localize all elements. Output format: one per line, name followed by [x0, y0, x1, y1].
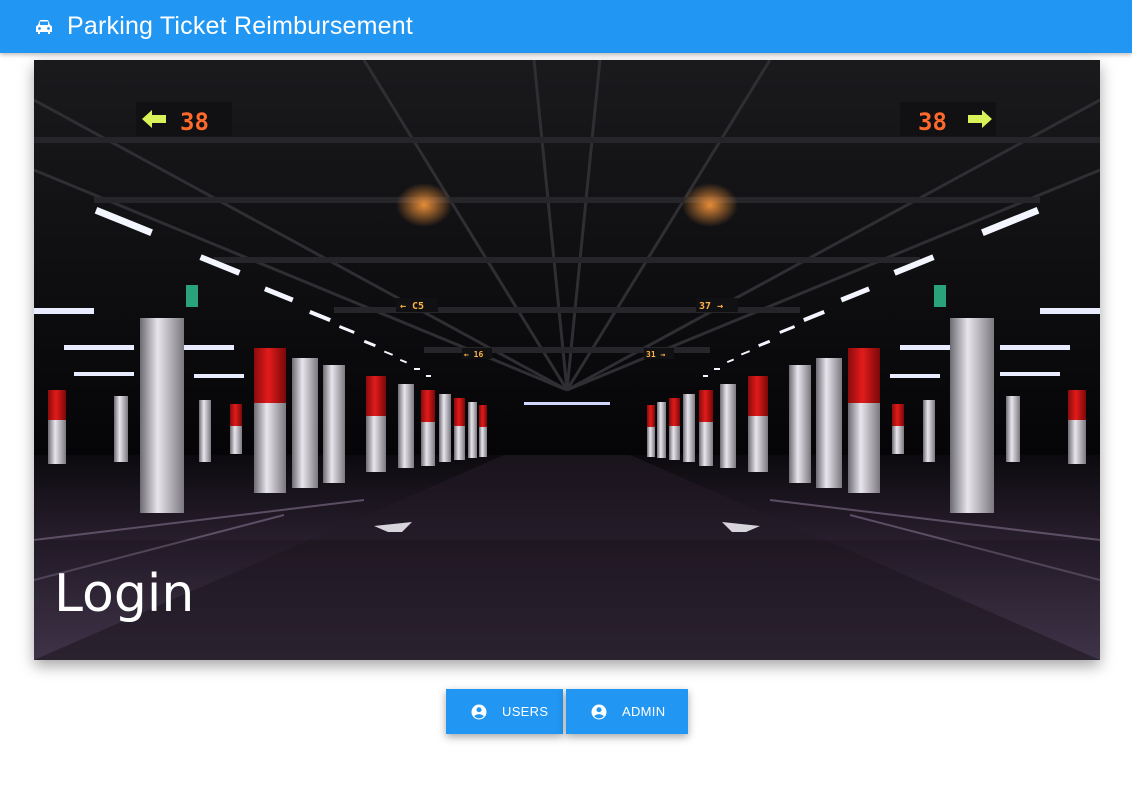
parking-sign-left: 38: [136, 102, 232, 136]
users-button[interactable]: USERS: [446, 689, 563, 734]
admin-button[interactable]: ADMIN: [566, 689, 688, 734]
app-bar: Parking Ticket Reimbursement: [0, 0, 1132, 53]
svg-text:37 →: 37 →: [699, 301, 723, 312]
app-title: Parking Ticket Reimbursement: [67, 12, 414, 40]
svg-text:← C5: ← C5: [400, 301, 424, 312]
login-buttons: USERS ADMIN: [446, 689, 688, 734]
svg-text:← 16: ← 16: [464, 350, 483, 359]
hero-card: 38 38 ← C5 37 → ← 16 31 → Login: [34, 60, 1100, 660]
login-heading: Login: [54, 564, 195, 624]
parking-sign-right: 38: [900, 102, 996, 136]
account-circle-icon: [471, 704, 487, 719]
users-button-label: USERS: [502, 704, 549, 719]
svg-text:38: 38: [180, 108, 209, 136]
admin-button-label: ADMIN: [622, 704, 666, 719]
car-icon: [34, 18, 54, 36]
svg-text:31 →: 31 →: [646, 350, 665, 359]
svg-text:38: 38: [918, 108, 947, 136]
account-circle-icon: [591, 704, 607, 719]
